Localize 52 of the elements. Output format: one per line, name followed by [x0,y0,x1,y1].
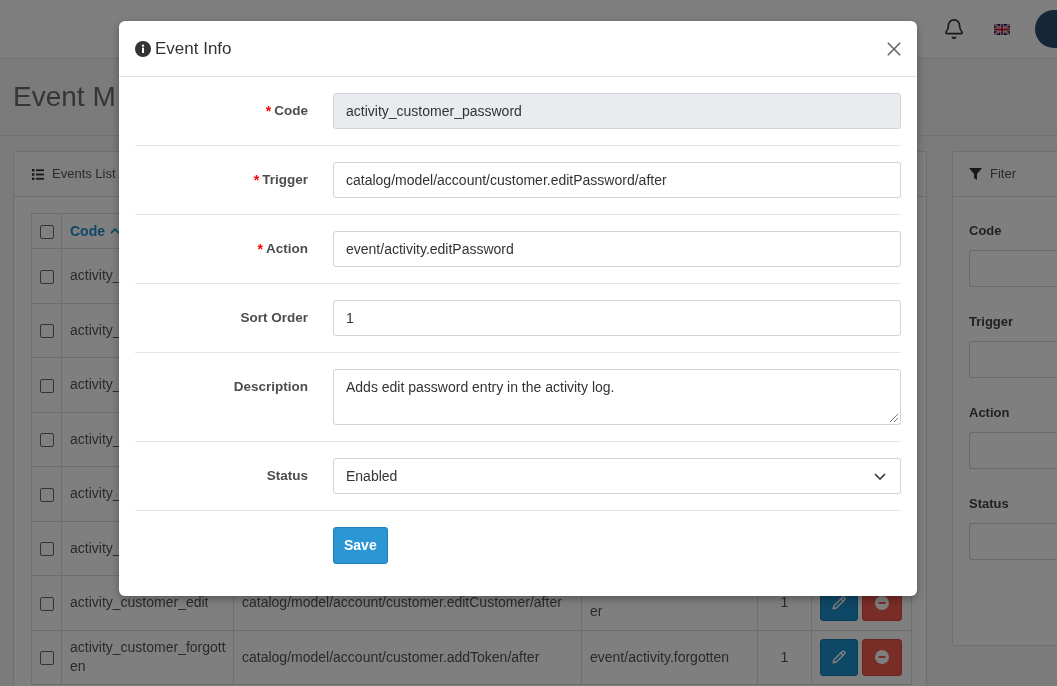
checkbox[interactable] [39,378,54,393]
filter-icon [969,168,982,180]
table-cell: event/activity.forgotten [581,630,758,685]
required-mark: * [265,101,272,121]
close-button[interactable] [887,41,901,56]
notification-bell-icon[interactable] [943,18,965,40]
field-label: Status [266,466,308,485]
minus-circle-icon [875,650,889,665]
resize-grip-icon[interactable] [890,414,898,422]
table-cell: activity_customer_forgotten [61,630,234,685]
field-label: Code [274,101,308,120]
checkbox[interactable] [39,487,54,502]
text-input[interactable]: catalog/model/account/customer.editPassword/after [333,162,901,198]
close-icon [887,41,901,56]
checkbox[interactable] [39,324,54,339]
panel-title: Events List [52,165,116,184]
checkbox[interactable] [39,651,54,666]
field-label: Action [266,239,308,258]
filter-label: Trigger [969,313,1015,331]
filter-label: Action [969,404,1011,422]
modal-title: Event Info [155,37,232,60]
table-cell: 1 [757,630,812,685]
pencil-icon [832,650,846,665]
text-input[interactable]: event/activity.editPassword [333,231,901,267]
filter-label: Code [969,222,1003,240]
filter-input[interactable] [969,250,1057,287]
filter-input[interactable] [969,341,1057,378]
textarea-field[interactable]: Adds edit password entry in the activity log. [333,369,901,425]
checkbox[interactable] [39,224,54,239]
checkbox[interactable] [39,269,54,284]
filter-input[interactable] [969,523,1057,560]
required-mark: * [257,239,263,259]
required-mark: * [253,170,260,190]
panel-title: Fiter [990,165,1016,184]
text-input[interactable]: 1 [333,300,901,336]
text-input[interactable]: activity_customer_password [333,93,901,129]
page-title: Event M [13,80,116,114]
filter-input[interactable] [969,432,1057,469]
avatar-image[interactable] [1035,10,1057,48]
filter-label: Status [969,495,1010,513]
select-field[interactable]: Enabled [333,458,901,494]
checkbox[interactable] [39,596,54,611]
flag-icon[interactable] [994,23,1010,35]
info-icon [135,40,151,57]
field-label: Trigger [262,170,308,189]
table-cell: catalog/model/account/customer.addToken/after [233,630,582,685]
chevron-down-icon [874,472,886,480]
checkbox[interactable] [39,433,54,448]
checkbox[interactable] [39,542,54,557]
field-label: Description [233,377,308,396]
list-icon [32,168,44,180]
field-label: Sort Order [240,308,308,327]
